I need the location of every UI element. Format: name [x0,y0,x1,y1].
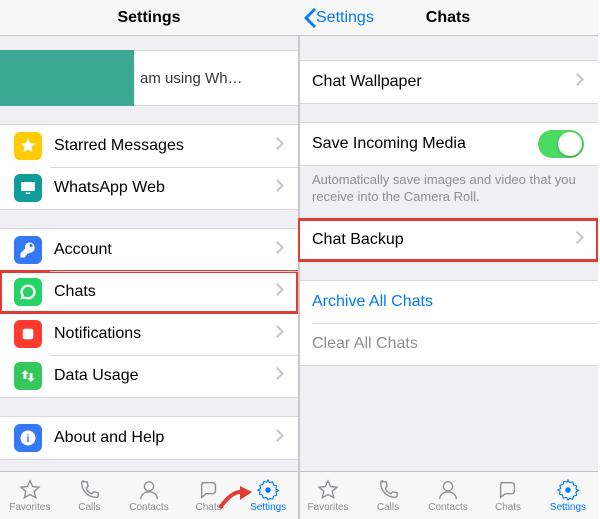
chevron-right-icon [276,367,284,385]
chevron-right-icon [276,429,284,447]
cell-label: Notifications [54,325,276,343]
profile-status: am using Wh… [140,70,243,87]
tab-label: Calls [377,502,399,513]
settings-group-1: Starred Messages WhatsApp Web [0,124,298,210]
save-media-footer: Automatically save images and video that… [298,166,598,206]
chats-row[interactable]: Chats [0,271,298,313]
chats-settings-screen: Settings Chats Chat Wallpaper Save Incom… [298,0,598,519]
back-label: Settings [316,9,374,27]
tab-label: Settings [250,502,286,513]
tab-label: Calls [78,502,100,513]
chevron-right-icon [276,179,284,197]
tab-label: Chats [495,502,521,513]
back-button[interactable]: Settings [298,8,374,28]
tab-bar: Favorites Calls Contacts Chats Settings [298,471,598,519]
cell-label: Chat Wallpaper [312,73,576,91]
tab-contacts[interactable]: Contacts [418,472,478,519]
tab-chats[interactable]: Chats [179,472,239,519]
cell-label: About and Help [54,429,276,447]
chat-backup-row[interactable]: Chat Backup [298,219,598,261]
chevron-right-icon [576,73,584,91]
app-icon [14,320,42,348]
cell-label: Chats [54,283,276,301]
tab-contacts[interactable]: Contacts [119,472,179,519]
starred-messages-row[interactable]: Starred Messages [0,125,298,167]
profile-row[interactable]: am using Wh… [0,50,298,106]
arrows-icon [14,362,42,390]
tab-calls[interactable]: Calls [60,472,120,519]
chevron-right-icon [276,137,284,155]
star-icon [14,132,42,160]
tab-label: Settings [550,502,586,513]
cell-label: Save Incoming Media [312,135,538,153]
tab-calls[interactable]: Calls [358,472,418,519]
archive-all-row[interactable]: Archive All Chats [298,281,598,323]
cell-label: Chat Backup [312,231,576,249]
chevron-right-icon [276,325,284,343]
chevron-right-icon [276,241,284,259]
tab-favorites[interactable]: Favorites [298,472,358,519]
notifications-row[interactable]: Notifications [0,313,298,355]
whatsapp-icon [14,278,42,306]
info-icon: i [14,424,42,452]
tab-favorites[interactable]: Favorites [0,472,60,519]
navbar: Settings [0,0,298,36]
tab-settings[interactable]: Settings [238,472,298,519]
settings-screen: Settings am using Wh… Starred Messages W… [0,0,298,519]
cell-label: Clear All Chats [312,335,584,353]
chat-wallpaper-row[interactable]: Chat Wallpaper [298,61,598,103]
cell-label: Account [54,241,276,259]
wallpaper-group: Chat Wallpaper [298,60,598,104]
actions-group: Archive All Chats Clear All Chats [298,280,598,366]
key-icon [14,236,42,264]
tab-label: Contacts [428,502,467,513]
tab-label: Favorites [9,502,50,513]
whatsapp-web-row[interactable]: WhatsApp Web [0,167,298,209]
settings-group-2: Account Chats Notifications Data Usage [0,228,298,398]
toggle-on[interactable] [538,130,584,158]
settings-group-3: i About and Help [0,416,298,460]
cell-label: WhatsApp Web [54,179,276,197]
about-row[interactable]: i About and Help [0,417,298,459]
media-group: Save Incoming Media [298,122,598,166]
navbar-title: Settings [0,9,298,27]
svg-text:i: i [27,433,30,445]
monitor-icon [14,174,42,202]
chevron-right-icon [576,231,584,249]
tab-label: Chats [196,502,222,513]
profile-avatar [0,50,134,106]
navbar: Settings Chats [298,0,598,36]
clear-all-row[interactable]: Clear All Chats [298,323,598,365]
tab-bar: Favorites Calls Contacts Chats Settings [0,471,298,519]
cell-label: Data Usage [54,367,276,385]
tab-label: Favorites [307,502,348,513]
backup-group: Chat Backup [298,218,598,262]
tab-settings[interactable]: Settings [538,472,598,519]
account-row[interactable]: Account [0,229,298,271]
cell-label: Archive All Chats [312,293,584,311]
data-usage-row[interactable]: Data Usage [0,355,298,397]
tab-label: Contacts [129,502,168,513]
save-incoming-media-row[interactable]: Save Incoming Media [298,123,598,165]
cell-label: Starred Messages [54,137,276,155]
chevron-right-icon [276,283,284,301]
tab-chats[interactable]: Chats [478,472,538,519]
